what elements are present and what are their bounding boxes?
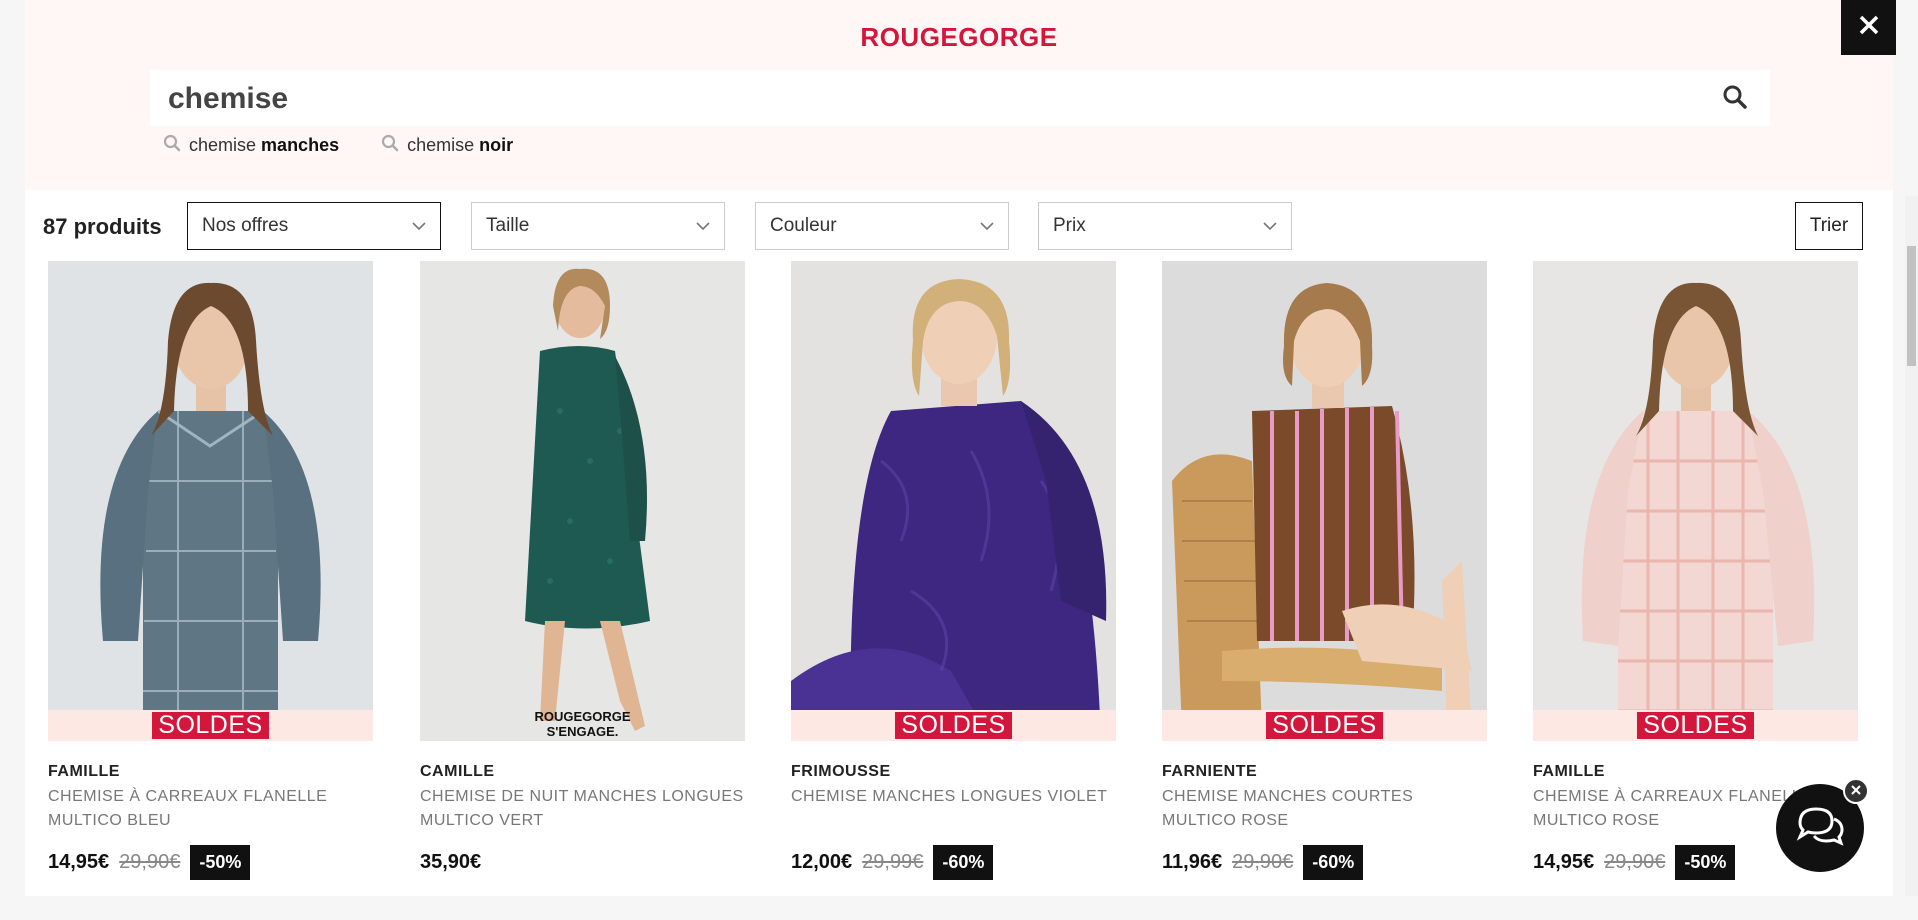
sale-banner: SOLDES <box>791 710 1116 741</box>
product-name[interactable]: CHEMISE À CARREAUX FLANELLE MULTICO BLEU <box>48 785 373 833</box>
close-icon <box>1851 782 1861 800</box>
sale-banner: SOLDES <box>1162 710 1487 741</box>
product-price: 11,96€ <box>1162 850 1223 873</box>
suggestion-completion: manches <box>261 135 340 155</box>
product-image[interactable]: SOLDES <box>1162 261 1487 741</box>
filter-prix[interactable]: Prix <box>1038 202 1292 250</box>
sale-banner: SOLDES <box>1533 710 1858 741</box>
search-box <box>150 70 1770 128</box>
sale-label: SOLDES <box>152 712 269 739</box>
product-price: 35,90€ <box>420 850 482 873</box>
discount-badge: -60% <box>933 844 994 880</box>
filter-taille[interactable]: Taille <box>471 202 725 250</box>
price-row: 12,00€ 29,99€ -60% <box>791 843 1116 881</box>
product-price: 14,95€ <box>1533 850 1595 873</box>
engage-label: ROUGEGORGE S'ENGAGE. <box>420 709 745 739</box>
chevron-down-icon <box>412 215 426 237</box>
search-input[interactable] <box>166 70 1690 128</box>
chat-close-button[interactable] <box>1843 778 1869 804</box>
discount-badge: -50% <box>190 844 251 880</box>
price-row: 14,95€ 29,90€ -50% <box>48 843 373 881</box>
product-name[interactable]: CHEMISE MANCHES LONGUES VIOLET <box>791 785 1116 833</box>
search-icon[interactable] <box>1722 84 1750 112</box>
filter-label: Taille <box>486 215 530 236</box>
filter-label: Couleur <box>770 215 837 236</box>
product-old-price: 29,90€ <box>1232 850 1294 873</box>
search-icon <box>163 134 181 157</box>
suggestion-chemise-noir[interactable]: chemise noir <box>381 134 513 157</box>
product-name[interactable]: CHEMISE DE NUIT MANCHES LONGUES MULTICO … <box>420 785 745 833</box>
product-card[interactable]: SOLDES FRIMOUSSE CHEMISE MANCHES LONGUES… <box>791 261 1116 881</box>
sale-banner: SOLDES <box>48 710 373 741</box>
product-image[interactable]: SOLDES <box>48 261 373 741</box>
brand-logo[interactable]: ROUGEGORGE <box>25 22 1893 53</box>
product-old-price: 29,99€ <box>862 850 924 873</box>
product-brand: FRIMOUSSE <box>791 763 891 780</box>
results-toolbar: 87 produits Nos offres Taille Couleur Pr… <box>25 202 1893 252</box>
product-name[interactable]: CHEMISE MANCHES COURTES MULTICO ROSE <box>1162 785 1487 833</box>
product-card[interactable]: SOLDES FARNIENTE CHEMISE MANCHES COURTES… <box>1162 261 1487 881</box>
product-brand: CAMILLE <box>420 763 495 780</box>
product-brand: FAMILLE <box>48 763 120 780</box>
engage-line: S'ENGAGE. <box>546 724 619 739</box>
chevron-down-icon <box>696 215 710 237</box>
price-row: 11,96€ 29,90€ -60% <box>1162 843 1487 881</box>
search-overlay: ROUGEGORGE chemise manches chemise noir … <box>25 0 1918 896</box>
search-icon <box>381 134 399 157</box>
filter-label: Nos offres <box>202 215 289 236</box>
search-zone: ROUGEGORGE chemise manches chemise noir <box>25 0 1893 190</box>
chat-icon <box>1794 803 1846 854</box>
filter-label: Prix <box>1053 215 1086 236</box>
product-price: 12,00€ <box>791 850 853 873</box>
product-image[interactable]: ROUGEGORGE S'ENGAGE. <box>420 261 745 741</box>
product-image[interactable]: SOLDES <box>1533 261 1858 741</box>
filter-nos-offres[interactable]: Nos offres <box>187 202 441 250</box>
results-scrollbar[interactable] <box>1905 196 1918 896</box>
results-count-label: produits <box>73 214 162 239</box>
suggestion-completion: noir <box>479 135 514 155</box>
results-count-number: 87 <box>43 214 68 239</box>
search-suggestions: chemise manches chemise noir <box>163 134 513 157</box>
results-count: 87 produits <box>43 214 162 240</box>
product-brand: FARNIENTE <box>1162 763 1258 780</box>
product-price: 14,95€ <box>48 850 110 873</box>
sort-button[interactable]: Trier <box>1795 202 1863 250</box>
chevron-down-icon <box>980 215 994 237</box>
sale-label: SOLDES <box>895 712 1012 739</box>
discount-badge: -60% <box>1303 844 1364 880</box>
suggestion-base: chemise <box>189 135 257 155</box>
product-image[interactable]: SOLDES <box>791 261 1116 741</box>
filter-couleur[interactable]: Couleur <box>755 202 1009 250</box>
sale-label: SOLDES <box>1637 712 1754 739</box>
product-brand: FAMILLE <box>1533 763 1605 780</box>
product-card[interactable]: SOLDES FAMILLE CHEMISE À CARREAUX FLANEL… <box>48 261 373 881</box>
sale-label: SOLDES <box>1266 712 1383 739</box>
close-icon <box>1858 14 1880 41</box>
product-old-price: 29,90€ <box>1604 850 1666 873</box>
product-card[interactable]: ROUGEGORGE S'ENGAGE. CAMILLE CHEMISE DE … <box>420 261 745 881</box>
product-old-price: 29,90€ <box>119 850 181 873</box>
suggestion-base: chemise <box>407 135 475 155</box>
scroll-thumb[interactable] <box>1907 246 1916 366</box>
close-search-button[interactable] <box>1841 0 1896 55</box>
suggestion-chemise-manches[interactable]: chemise manches <box>163 134 339 157</box>
chevron-down-icon <box>1263 215 1277 237</box>
discount-badge: -50% <box>1675 844 1736 880</box>
engage-line: ROUGEGORGE <box>534 709 631 724</box>
price-row: 35,90€ <box>420 843 745 881</box>
